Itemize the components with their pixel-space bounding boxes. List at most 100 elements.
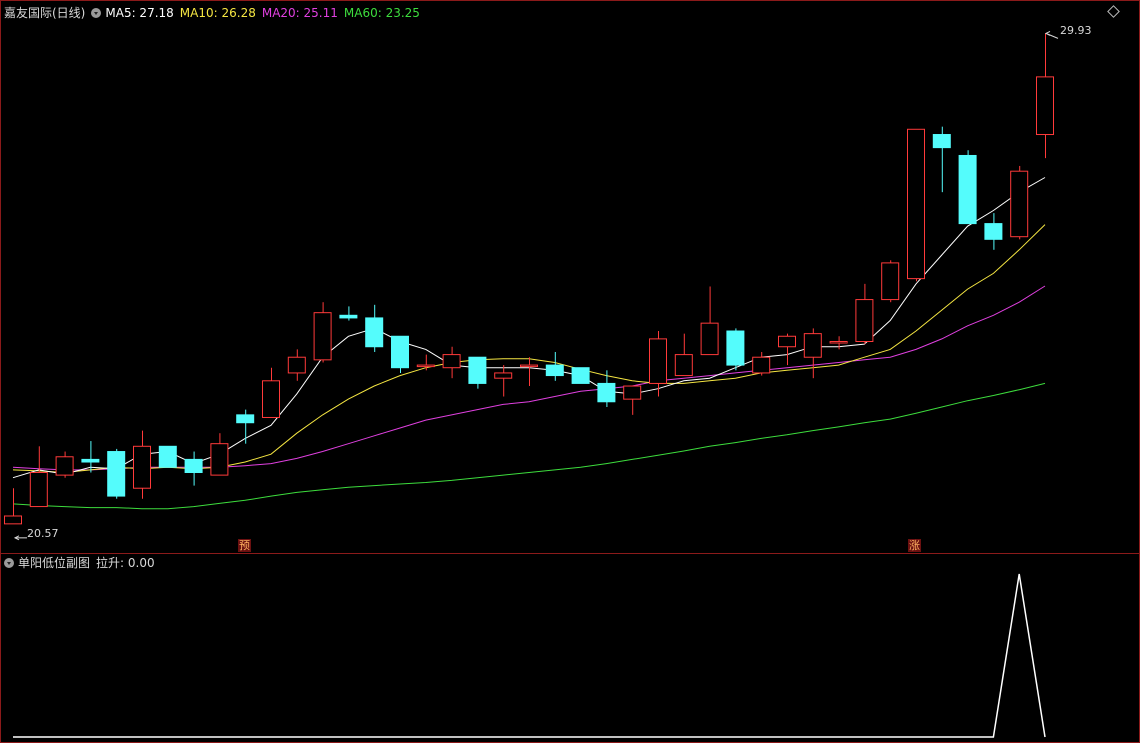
candle [700,286,719,356]
candle-body-down [932,134,951,149]
candle [623,385,642,415]
candle [339,306,358,321]
candle-body-up [855,299,874,342]
candle-body-up [494,372,513,379]
candle-body-down [597,382,616,403]
candle-body-up [4,515,22,525]
candle-body-up [778,335,796,348]
candle-body-up [55,456,74,476]
candle [829,336,848,350]
ma20-legend: MA20: 25.11 [261,6,338,20]
candle-body-up [416,364,435,368]
candle [468,356,487,389]
candle [984,213,1003,250]
candle-body-up [649,338,667,384]
candle [932,126,951,193]
candle [571,367,590,384]
candle-body-down [545,364,564,377]
high-arrow-stem [1045,32,1059,39]
candle [210,433,229,476]
candle [4,488,22,525]
candle-body-up [829,341,848,344]
candle [778,333,796,366]
high-price-label: 29.93 [1060,24,1092,37]
candle-body-down [958,154,977,225]
candle [55,451,74,478]
candle [494,365,513,397]
candle [236,409,255,444]
candle [262,367,280,418]
kline-chart-canvas[interactable] [0,0,1140,743]
candle [29,446,48,508]
ma5-legend: MA5: 27.18 [105,6,174,20]
ma60-legend: MA60: 23.25 [343,6,420,20]
candle [597,370,616,407]
candle-body-down [184,458,203,473]
candle [907,128,925,282]
candle-body-up [133,445,151,489]
candle [365,304,384,352]
candle [855,283,874,345]
sub-indicator-label: 拉升: 0.00 [96,556,155,570]
ma10-legend: MA10: 26.28 [179,6,256,20]
candle [752,351,771,376]
candle [545,351,564,381]
candle-body-up [674,354,693,377]
candle-body-up [752,356,771,374]
candle-body-up [287,356,306,374]
candle-body-down [158,445,177,468]
candle [674,333,693,377]
candle-body-up [29,472,48,508]
stock-title: 嘉友国际(日线) [4,6,86,20]
sub-title: 单阳低位副图 [18,556,91,570]
candle [416,354,435,371]
candle-body-up [1010,170,1029,238]
sub-legend: 单阳低位副图 拉升: 0.00 [4,556,161,570]
candle [287,349,306,381]
candle [133,430,151,499]
candle [184,451,203,486]
candle-body-up [520,364,538,368]
candle [158,445,177,468]
candle-body-up [313,312,332,361]
candle [881,260,900,303]
candle-body-up [623,385,642,400]
candle-body-down [365,317,384,348]
candle [803,328,822,379]
candle [1010,165,1029,240]
candle-body-up [803,333,822,358]
candle-body-up [881,262,900,301]
lasheng-signal-line [13,573,1046,738]
rise-signal-badge: 涨 [908,539,921,552]
candle-body-down [81,458,100,463]
candle [107,448,126,499]
dropdown-circle-icon[interactable] [91,8,102,18]
pre-signal-badge: 预 [238,539,251,552]
candle-body-up [210,443,229,476]
candle-body-down [726,330,745,366]
candle [391,335,409,373]
sub-dropdown-circle-icon[interactable] [4,558,14,568]
candle-body-down [984,223,1003,240]
candle-body-up [1036,76,1054,136]
candle-body-down [571,367,590,384]
candle-body-up [442,354,461,369]
sub-chart-layer [13,573,1046,738]
main-legend: 嘉友国际(日线) MA5: 27.18 MA10: 26.28 MA20: 25… [4,6,426,20]
candle [726,328,745,371]
candle-body-down [391,335,409,369]
candle-body-down [468,356,487,384]
candle-body-down [236,414,255,424]
candle [313,302,332,363]
candle-body-up [262,380,280,418]
ma5-line [12,177,1046,479]
candle-body-up [700,322,719,356]
main-chart-layer [4,30,1059,541]
candle [442,346,461,379]
candle [958,150,977,225]
candle-body-down [339,314,358,319]
candle [1036,33,1054,159]
low-price-label: 20.57 [27,527,59,540]
candle-body-down [107,451,126,497]
candle [520,357,538,387]
